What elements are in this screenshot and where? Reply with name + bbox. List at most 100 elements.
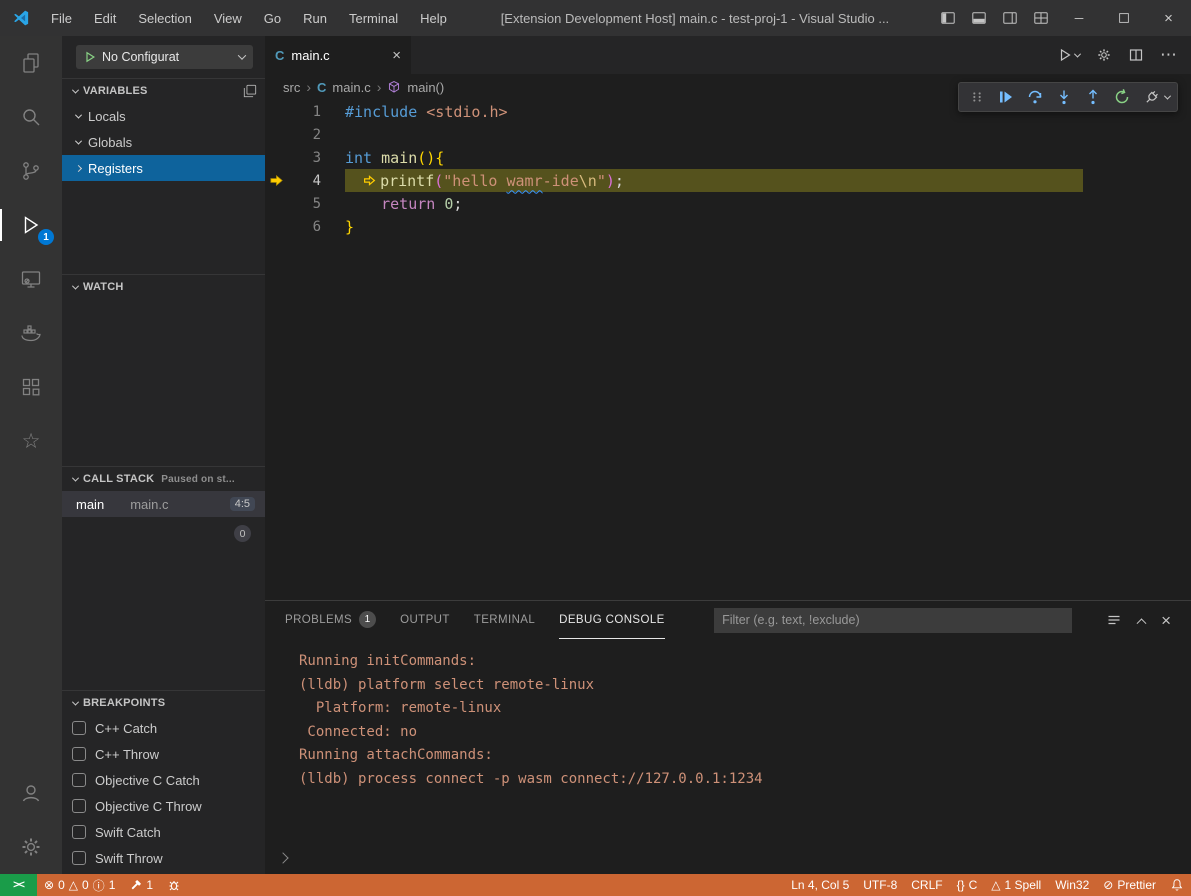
- activity-run-debug[interactable]: 1: [0, 198, 62, 252]
- code-line[interactable]: 4 printf("hello wamr-ide\n");: [265, 169, 1191, 192]
- menu-file[interactable]: File: [40, 0, 83, 36]
- breakpoint-swift-catch[interactable]: Swift Catch: [62, 819, 265, 845]
- debug-config-dropdown[interactable]: No Configurat: [76, 45, 253, 69]
- breakpoints-header[interactable]: BREAKPOINTS: [62, 691, 265, 715]
- frame-file: main.c: [130, 497, 168, 512]
- minimize-button[interactable]: [1056, 0, 1101, 36]
- activity-search[interactable]: [0, 90, 62, 144]
- code-editor[interactable]: 1#include <stdio.h>23int main(){4 printf…: [265, 100, 1191, 600]
- console-filter-input[interactable]: [714, 608, 1072, 633]
- code-line[interactable]: 3int main(){: [265, 146, 1191, 169]
- code-line[interactable]: 5 return 0;: [265, 192, 1191, 215]
- chevron-down-icon: [75, 111, 82, 118]
- menu-help[interactable]: Help: [409, 0, 458, 36]
- output-actions-icon[interactable]: [1106, 612, 1122, 628]
- activity-explorer[interactable]: [0, 36, 62, 90]
- breadcrumb-file[interactable]: main.c: [332, 80, 370, 95]
- tab-main-c[interactable]: C main.c ×: [265, 36, 411, 74]
- activity-account[interactable]: [0, 766, 62, 820]
- variables-title: VARIABLES: [83, 85, 148, 97]
- toggle-secondary-sidebar-icon[interactable]: [994, 0, 1025, 36]
- debug-status[interactable]: [160, 874, 188, 896]
- breakpoint-objc-catch[interactable]: Objective C Catch: [62, 767, 265, 793]
- menu-go[interactable]: Go: [253, 0, 292, 36]
- breadcrumb-symbol[interactable]: main(): [407, 80, 444, 95]
- watch-header[interactable]: WATCH: [62, 275, 265, 299]
- toggle-panel-icon[interactable]: [963, 0, 994, 36]
- toggle-sidebar-icon[interactable]: [932, 0, 963, 36]
- activity-favorites[interactable]: ☆: [0, 414, 62, 468]
- build-status[interactable]: 1: [122, 874, 160, 896]
- breakpoint-objc-throw[interactable]: Objective C Throw: [62, 793, 265, 819]
- activity-docker[interactable]: [0, 306, 62, 360]
- debug-repl-input[interactable]: [279, 850, 287, 865]
- more-actions-button[interactable]: ⋯: [1160, 45, 1177, 65]
- eol-indicator[interactable]: CRLF: [904, 874, 949, 896]
- close-tab-icon[interactable]: ×: [392, 47, 401, 64]
- step-into-button[interactable]: [1053, 86, 1075, 108]
- menu-view[interactable]: View: [203, 0, 253, 36]
- menu-run[interactable]: Run: [292, 0, 338, 36]
- close-button[interactable]: ×: [1146, 0, 1191, 36]
- code-line[interactable]: 6}: [265, 215, 1191, 238]
- activity-extensions[interactable]: [0, 360, 62, 414]
- menu-selection[interactable]: Selection: [127, 0, 202, 36]
- variables-header[interactable]: VARIABLES: [62, 79, 265, 103]
- tab-output[interactable]: OUTPUT: [400, 601, 450, 639]
- platform-indicator[interactable]: Win32: [1048, 874, 1096, 896]
- checkbox[interactable]: [72, 799, 86, 813]
- execution-pointer-icon[interactable]: [265, 173, 287, 188]
- restart-button[interactable]: [1111, 86, 1133, 108]
- maximize-panel-icon[interactable]: [1137, 618, 1147, 628]
- chevron-down-icon[interactable]: [1164, 92, 1171, 99]
- checkbox[interactable]: [72, 851, 86, 865]
- activity-remote-explorer[interactable]: [0, 252, 62, 306]
- variables-item-registers[interactable]: Registers: [62, 155, 265, 181]
- breadcrumb-folder[interactable]: src: [283, 80, 300, 95]
- stack-frame-row[interactable]: main main.c 4:5: [62, 491, 265, 517]
- menu-terminal[interactable]: Terminal: [338, 0, 409, 36]
- activity-settings[interactable]: [0, 820, 62, 874]
- language-mode[interactable]: {} C: [950, 874, 985, 896]
- cursor-position[interactable]: Ln 4, Col 5: [784, 874, 856, 896]
- breakpoint-cpp-catch[interactable]: C++ Catch: [62, 715, 265, 741]
- remote-indicator[interactable]: ><: [0, 874, 37, 896]
- breakpoint-cpp-throw[interactable]: C++ Throw: [62, 741, 265, 767]
- maximize-button[interactable]: [1101, 0, 1146, 36]
- gear-icon: [19, 835, 43, 859]
- menu-edit[interactable]: Edit: [83, 0, 127, 36]
- continue-button[interactable]: [995, 86, 1017, 108]
- settings-gear-button[interactable]: [1096, 47, 1112, 63]
- checkbox[interactable]: [72, 773, 86, 787]
- tab-debug-console[interactable]: DEBUG CONSOLE: [559, 601, 665, 639]
- toolbar-drag-handle[interactable]: [966, 86, 988, 108]
- customize-layout-icon[interactable]: [1025, 0, 1056, 36]
- step-out-button[interactable]: [1082, 86, 1104, 108]
- spell-checker-status[interactable]: △ 1 Spell: [984, 874, 1048, 896]
- debug-toolbar: [958, 82, 1178, 112]
- variables-item-locals[interactable]: Locals: [62, 103, 265, 129]
- breakpoint-swift-throw[interactable]: Swift Throw: [62, 845, 265, 871]
- checkbox[interactable]: [72, 825, 86, 839]
- slash-circle-icon: ⊘: [1103, 878, 1113, 892]
- checkbox[interactable]: [72, 747, 86, 761]
- split-editor-button[interactable]: [1128, 47, 1144, 63]
- checkbox[interactable]: [72, 721, 86, 735]
- close-panel-icon[interactable]: ×: [1161, 612, 1171, 629]
- chevron-right-icon: [75, 164, 82, 171]
- collapse-all-icon[interactable]: [243, 84, 257, 98]
- tab-problems[interactable]: PROBLEMS 1: [285, 601, 376, 639]
- run-menu-button[interactable]: [1057, 47, 1080, 63]
- chevron-separator-icon: ›: [377, 79, 382, 95]
- step-over-button[interactable]: [1024, 86, 1046, 108]
- encoding-indicator[interactable]: UTF-8: [856, 874, 904, 896]
- activity-source-control[interactable]: [0, 144, 62, 198]
- disconnect-button[interactable]: [1140, 86, 1162, 108]
- variables-item-globals[interactable]: Globals: [62, 129, 265, 155]
- tab-terminal[interactable]: TERMINAL: [474, 601, 535, 639]
- code-line[interactable]: 2: [265, 123, 1191, 146]
- call-stack-header[interactable]: CALL STACK Paused on st...: [62, 467, 265, 491]
- notifications-bell[interactable]: [1163, 874, 1191, 896]
- formatter-status[interactable]: ⊘ Prettier: [1096, 874, 1163, 896]
- problems-status[interactable]: ⊗ 0 △ 0 ⓘ 1: [37, 874, 122, 896]
